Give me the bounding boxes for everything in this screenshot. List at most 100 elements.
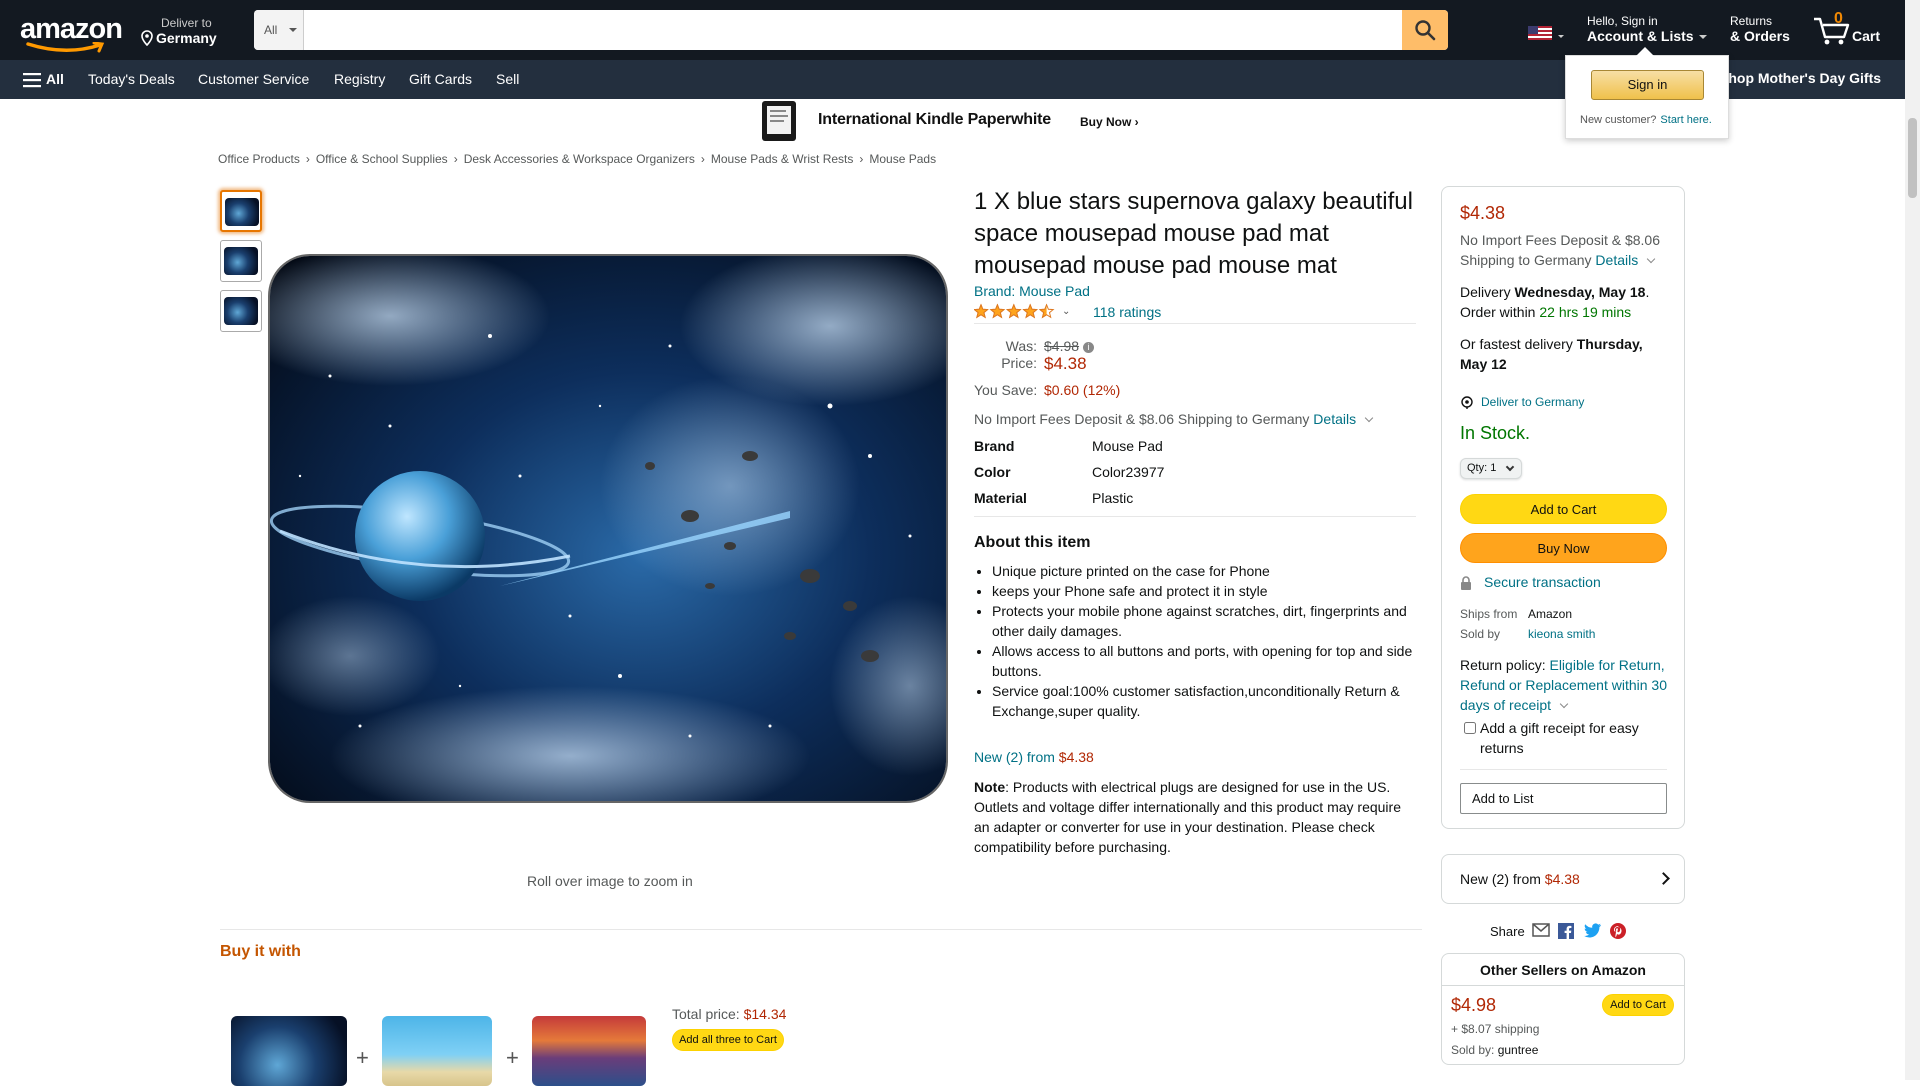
- star-mark: [1038, 303, 1055, 319]
- other-seller-name[interactable]: guntree: [1498, 1043, 1539, 1057]
- bundle-total-price: $14.34: [743, 1006, 787, 1022]
- price-label: Price:: [1001, 355, 1037, 371]
- chevron-down-icon[interactable]: [1364, 413, 1374, 423]
- seller-link[interactable]: kieona smith: [1528, 627, 1595, 641]
- nav-item-sell[interactable]: Sell: [496, 71, 519, 87]
- new-offers-label: New (2) from: [1460, 871, 1541, 887]
- new-offers-price: $4.38: [1544, 871, 1580, 887]
- bundle-item-image[interactable]: [382, 1016, 492, 1086]
- chevron-down-icon[interactable]: [1646, 254, 1656, 264]
- breadcrumb-item[interactable]: Office Products: [218, 152, 300, 166]
- new-customer-label: New customer?: [1580, 114, 1657, 126]
- scrollbar-thumb[interactable]: [1908, 118, 1917, 198]
- quantity-select[interactable]: Qty: 1: [1460, 458, 1522, 479]
- search-button[interactable]: [1402, 10, 1448, 50]
- nav-item-registry[interactable]: Registry: [334, 71, 385, 87]
- start-here-link[interactable]: Start here.: [1660, 114, 1711, 126]
- info-icon[interactable]: i: [1083, 341, 1095, 353]
- chevron-down-icon: [289, 28, 297, 32]
- order-within-prefix: Order within: [1460, 304, 1536, 320]
- us-flag-icon: [1528, 26, 1552, 40]
- list-item: Service goal:100% customer satisfaction,…: [992, 681, 1420, 721]
- chevron-down-icon[interactable]: [1559, 699, 1569, 709]
- new-offers-box[interactable]: New (2) from $4.38: [1441, 854, 1685, 904]
- facebook-icon[interactable]: [1558, 923, 1574, 939]
- image-thumbnail[interactable]: [220, 290, 262, 332]
- add-to-list-button[interactable]: Add to List: [1460, 783, 1667, 814]
- account-and-lists[interactable]: Hello, Sign in Account & Lists: [1587, 14, 1707, 44]
- deliver-country: Germany: [156, 30, 217, 46]
- fastest-delivery: Or fastest delivery Thursday, May 12: [1460, 334, 1670, 374]
- chevron-down-icon: [1505, 462, 1515, 472]
- add-to-cart-button[interactable]: Add to Cart: [1460, 494, 1667, 524]
- email-icon[interactable]: [1532, 923, 1550, 937]
- ratings-count-link[interactable]: 118 ratings: [1093, 304, 1161, 320]
- signin-flyout: Sign in New customer? Start here.: [1565, 47, 1729, 139]
- flyout-arrow: [1636, 47, 1654, 56]
- other-sellers-title: Other Sellers on Amazon: [1442, 954, 1684, 986]
- details-link[interactable]: Details: [1313, 411, 1356, 427]
- order-within-countdown: 22 hrs 19 mins: [1539, 304, 1632, 320]
- star-rating-icon[interactable]: [974, 303, 1056, 319]
- list-item: Unique picture printed on the case for P…: [992, 561, 1420, 581]
- note-text: : Products with electrical plugs are des…: [974, 779, 1401, 855]
- nav-item-todays-deals[interactable]: Today's Deals: [88, 71, 175, 87]
- kindle-buy-now-link[interactable]: Buy Now ›: [1080, 115, 1139, 129]
- return-policy: Return policy: Eligible for Return, Refu…: [1460, 655, 1675, 715]
- twitter-icon[interactable]: [1584, 923, 1602, 938]
- plus-icon: +: [506, 1045, 519, 1070]
- breadcrumb-item[interactable]: Office & School Supplies: [316, 152, 448, 166]
- star-mark: [989, 303, 1006, 319]
- brand-link[interactable]: Brand: Mouse Pad: [974, 283, 1090, 299]
- chevron-down-icon: [1558, 35, 1564, 38]
- main-product-image[interactable]: [270, 256, 946, 801]
- bundle-item-image[interactable]: [231, 1016, 347, 1086]
- nav-item-gift-cards[interactable]: Gift Cards: [409, 71, 472, 87]
- returns-and-orders[interactable]: Returns & Orders: [1730, 14, 1790, 44]
- amazon-logo[interactable]: amazon: [20, 14, 123, 53]
- pinterest-icon[interactable]: [1610, 923, 1626, 939]
- star-mark: [1022, 303, 1039, 319]
- bundle-item-image[interactable]: [532, 1016, 646, 1086]
- location-pin-icon: [141, 30, 153, 46]
- search-input[interactable]: [304, 10, 1398, 50]
- account-label: Account & Lists: [1587, 28, 1694, 44]
- other-seller-add-to-cart-button[interactable]: Add to Cart: [1602, 994, 1674, 1016]
- nav-item-customer-service[interactable]: Customer Service: [198, 71, 309, 87]
- deliver-label: Deliver to: [161, 16, 212, 30]
- chevron-down-icon[interactable]: ⌄: [1062, 306, 1070, 317]
- sign-in-button[interactable]: Sign in: [1591, 70, 1704, 100]
- details-link[interactable]: Details: [1595, 252, 1638, 268]
- buy-now-button[interactable]: Buy Now: [1460, 533, 1667, 563]
- quantity-label: Qty: 1: [1467, 462, 1497, 474]
- fastest-prefix: Or fastest delivery: [1460, 336, 1573, 352]
- kindle-banner[interactable]: International Kindle Paperwhite Buy Now …: [760, 100, 1160, 144]
- thumbnail-image: [225, 198, 259, 226]
- stock-status: In Stock.: [1460, 423, 1531, 443]
- breadcrumb-separator: ›: [859, 152, 864, 166]
- language-selector[interactable]: [1528, 26, 1564, 43]
- nav-promo-mothers-day[interactable]: Shop Mother's Day Gifts: [1719, 70, 1881, 86]
- search-icon: [1415, 20, 1436, 41]
- search-category-select[interactable]: All: [254, 10, 304, 50]
- gift-receipt-checkbox[interactable]: [1464, 722, 1476, 734]
- divider: [974, 323, 1416, 324]
- page-scrollbar[interactable]: [1905, 0, 1920, 1080]
- breadcrumb-item[interactable]: Desk Accessories & Workspace Organizers: [464, 152, 695, 166]
- image-thumbnail[interactable]: [220, 240, 262, 282]
- top-header: amazon Deliver to Germany All Hello, Sig…: [0, 0, 1920, 60]
- spec-key: Brand: [974, 438, 1015, 454]
- buybox-price: $4.38: [1460, 203, 1506, 223]
- list-item: Allows access to all buttons and ports, …: [992, 641, 1420, 681]
- share-label: Share: [1490, 924, 1525, 939]
- cart-button[interactable]: 0 Cart: [1812, 10, 1892, 50]
- thumbnail-image: [224, 297, 258, 325]
- other-seller-sold-by-label: Sold by:: [1451, 1043, 1495, 1057]
- new-offers-link[interactable]: New (2) from $4.38: [974, 749, 1094, 765]
- image-thumbnail[interactable]: [220, 190, 262, 232]
- breadcrumb-item[interactable]: Mouse Pads & Wrist Rests: [711, 152, 854, 166]
- delivery-prefix: Delivery: [1460, 284, 1511, 300]
- breadcrumb-item[interactable]: Mouse Pads: [869, 152, 936, 166]
- bundle-total-label: Total price:: [672, 1006, 740, 1022]
- add-all-three-to-cart-button[interactable]: Add all three to Cart: [672, 1029, 784, 1051]
